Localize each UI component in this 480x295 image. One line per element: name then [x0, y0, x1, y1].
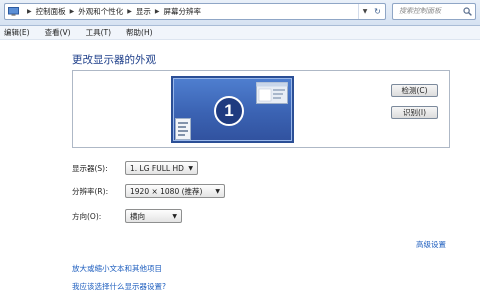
- address-history-dropdown-icon[interactable]: ▼: [358, 4, 371, 19]
- text-size-link[interactable]: 放大或缩小文本和其他项目: [72, 263, 162, 274]
- search-placeholder: 搜索控制面板: [399, 7, 441, 15]
- menu-help[interactable]: 帮助(H): [126, 27, 153, 38]
- display-preview: 1 检测(C) 识别(I): [72, 70, 450, 148]
- advanced-settings-link[interactable]: 高级设置: [416, 239, 446, 250]
- detect-button[interactable]: 检测(C): [391, 84, 438, 97]
- chevron-right-icon[interactable]: ▶: [27, 8, 32, 15]
- display-label: 显示器(S):: [72, 163, 108, 173]
- menu-edit[interactable]: 编辑(E): [4, 27, 30, 38]
- monitor-number: 1: [214, 96, 244, 126]
- orientation-label: 方向(O):: [72, 211, 102, 221]
- control-panel-icon: [8, 7, 19, 16]
- menu-view[interactable]: 查看(V): [45, 27, 71, 38]
- chevron-down-icon: ▼: [215, 187, 220, 195]
- resolution-label: 分辨率(R):: [72, 186, 109, 196]
- menu-tools[interactable]: 工具(T): [86, 27, 111, 38]
- display-field-row: 显示器(S):: [72, 161, 108, 175]
- resolution-select[interactable]: 1920 × 1080 (推荐) ▼: [125, 184, 225, 198]
- breadcrumb-appearance[interactable]: 外观和个性化: [78, 6, 123, 17]
- display-select-value: 1. LG FULL HD: [130, 163, 184, 173]
- chevron-down-icon: ▼: [188, 164, 193, 172]
- orientation-field-row: 方向(O):: [72, 209, 101, 223]
- chevron-right-icon[interactable]: ▶: [155, 8, 160, 15]
- chevron-right-icon[interactable]: ▶: [127, 8, 132, 15]
- address-bar[interactable]: ▶ 控制面板 ▶ 外观和个性化 ▶ 显示 ▶ 屏幕分辨率 ▼ ↻: [4, 3, 386, 20]
- chevron-down-icon: ▼: [172, 212, 177, 220]
- resolution-field-row: 分辨率(R):: [72, 184, 108, 198]
- identify-button[interactable]: 识别(I): [391, 106, 438, 119]
- breadcrumb-display[interactable]: 显示: [136, 6, 151, 17]
- refresh-icon[interactable]: ↻: [371, 4, 384, 19]
- orientation-select[interactable]: 横向 ▼: [125, 209, 182, 223]
- orientation-select-value: 横向: [130, 211, 145, 221]
- breadcrumb-screen-resolution[interactable]: 屏幕分辨率: [164, 6, 202, 17]
- search-input[interactable]: 搜索控制面板: [392, 3, 476, 20]
- monitor-thumbnail[interactable]: 1: [171, 76, 294, 143]
- display-settings-help-link[interactable]: 我应该选择什么显示器设置?: [72, 281, 166, 292]
- menu-bar: 编辑(E) 查看(V) 工具(T) 帮助(H): [0, 26, 480, 40]
- breadcrumb-control-panel[interactable]: 控制面板: [36, 6, 66, 17]
- breadcrumb: ▶ 控制面板 ▶ 外观和个性化 ▶ 显示 ▶ 屏幕分辨率: [23, 4, 201, 19]
- page-title: 更改显示器的外观: [72, 54, 156, 66]
- window-thumbnail-icon: [175, 118, 191, 140]
- display-select[interactable]: 1. LG FULL HD ▼: [125, 161, 198, 175]
- address-bar-area: ▶ 控制面板 ▶ 外观和个性化 ▶ 显示 ▶ 屏幕分辨率 ▼ ↻ 搜索控制面板: [0, 0, 480, 26]
- window-thumbnail-icon: [256, 82, 288, 104]
- resolution-select-value: 1920 × 1080 (推荐): [130, 186, 203, 196]
- chevron-right-icon[interactable]: ▶: [70, 8, 75, 15]
- search-icon[interactable]: [463, 7, 472, 16]
